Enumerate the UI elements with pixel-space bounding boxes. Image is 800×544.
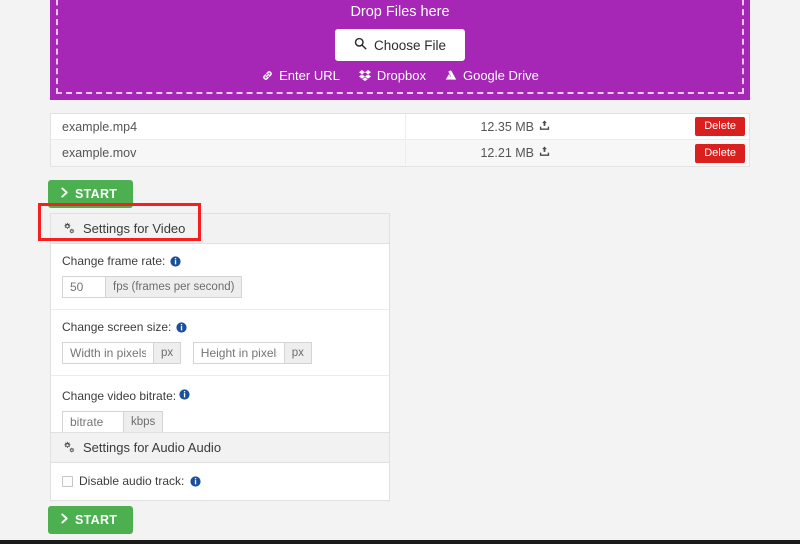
enter-url-link[interactable]: Enter URL: [261, 68, 340, 83]
frame-rate-field-group: Change frame rate: fps (frames per secon…: [51, 244, 389, 310]
file-dropzone[interactable]: Drop Files here Choose File Enter URL Dr…: [50, 0, 750, 100]
upload-icon: [539, 120, 550, 134]
start-label: START: [75, 513, 118, 527]
enter-url-label: Enter URL: [279, 68, 340, 83]
frame-rate-unit-addon: fps (frames per second): [106, 276, 243, 298]
google-drive-label: Google Drive: [462, 68, 539, 83]
start-button-top[interactable]: START: [48, 180, 134, 208]
bitrate-unit-addon: kbps: [124, 411, 164, 433]
file-name: example.mov: [51, 140, 406, 166]
height-input-group: px: [192, 342, 312, 364]
start-label: START: [75, 187, 118, 201]
dropbox-link[interactable]: Dropbox: [358, 68, 426, 83]
choose-file-button[interactable]: Choose File: [334, 29, 466, 61]
height-unit-addon: px: [284, 342, 312, 364]
screen-size-field-group: Change screen size: px px: [51, 310, 389, 376]
info-icon[interactable]: [170, 256, 181, 267]
file-name: example.mp4: [51, 114, 406, 139]
delete-button[interactable]: Delete: [695, 117, 745, 136]
choose-file-label: Choose File: [373, 37, 447, 53]
disable-audio-track-checkbox[interactable]: [62, 475, 73, 487]
height-input[interactable]: [192, 342, 285, 364]
file-row-actions: Delete: [677, 143, 749, 163]
start-button-bottom[interactable]: START: [48, 506, 134, 534]
frame-rate-label-row: Change frame rate:: [62, 254, 378, 269]
bitrate-input[interactable]: [62, 411, 124, 433]
uploaded-files-table: example.mp4 12.35 MB Delete example.mov …: [50, 113, 750, 167]
delete-button[interactable]: Delete: [695, 143, 745, 163]
page-root: Drop Files here Choose File Enter URL Dr…: [0, 0, 800, 544]
bitrate-label: Change video bitrate:: [62, 389, 177, 403]
info-icon[interactable]: [190, 475, 201, 487]
audio-settings-panel: Settings for Audio Audio Disable audio t…: [50, 432, 390, 501]
screen-size-label: Change screen size:: [62, 320, 172, 334]
dropbox-icon: [358, 69, 372, 82]
video-settings-body: Change frame rate: fps (frames per secon…: [51, 244, 389, 444]
bitrate-input-group: kbps: [62, 411, 164, 433]
frame-rate-input[interactable]: [62, 276, 106, 298]
bottom-bar: [0, 540, 800, 544]
gears-icon: [62, 222, 76, 235]
file-size: 12.35 MB: [480, 119, 534, 134]
upload-icon: [539, 146, 550, 160]
table-row[interactable]: example.mov 12.21 MB Delete: [51, 140, 749, 166]
info-icon[interactable]: [179, 389, 191, 400]
search-icon: [354, 37, 367, 53]
width-input[interactable]: [62, 342, 154, 364]
file-row-actions: Delete: [677, 117, 749, 136]
table-row[interactable]: example.mp4 12.35 MB Delete: [51, 114, 749, 140]
frame-rate-label: Change frame rate:: [62, 254, 166, 268]
file-size-cell: 12.35 MB: [406, 120, 556, 134]
google-drive-link[interactable]: Google Drive: [444, 68, 539, 83]
width-input-group: px: [62, 342, 182, 364]
file-size: 12.21 MB: [480, 146, 534, 160]
chevron-right-icon: [60, 513, 69, 527]
google-drive-icon: [444, 69, 458, 82]
chevron-right-icon: [60, 187, 69, 201]
disable-audio-track-label: Disable audio track:: [79, 474, 185, 488]
audio-settings-title: Settings for Audio Audio: [83, 440, 222, 455]
link-icon: [261, 69, 274, 82]
gears-icon: [62, 441, 76, 454]
video-settings-header[interactable]: Settings for Video: [51, 214, 389, 244]
info-icon[interactable]: [176, 322, 187, 333]
video-settings-panel: Settings for Video Change frame rate: 50…: [50, 213, 390, 445]
bitrate-label-row: Change video bitrate:: [62, 386, 378, 404]
file-size-cell: 12.21 MB: [406, 146, 556, 160]
dropzone-source-links: Enter URL Dropbox Google Drive: [50, 68, 750, 83]
width-unit-addon: px: [154, 342, 182, 364]
frame-rate-input-group: fps (frames per second): [62, 276, 243, 298]
screen-size-label-row: Change screen size:: [62, 320, 378, 335]
audio-settings-body: Disable audio track:: [51, 463, 389, 500]
disable-audio-track-row: Disable audio track:: [51, 463, 389, 500]
audio-settings-header[interactable]: Settings for Audio Audio: [51, 433, 389, 463]
dropbox-label: Dropbox: [376, 68, 426, 83]
drop-files-here-label: Drop Files here: [350, 4, 450, 20]
video-settings-title: Settings for Video: [83, 221, 186, 236]
